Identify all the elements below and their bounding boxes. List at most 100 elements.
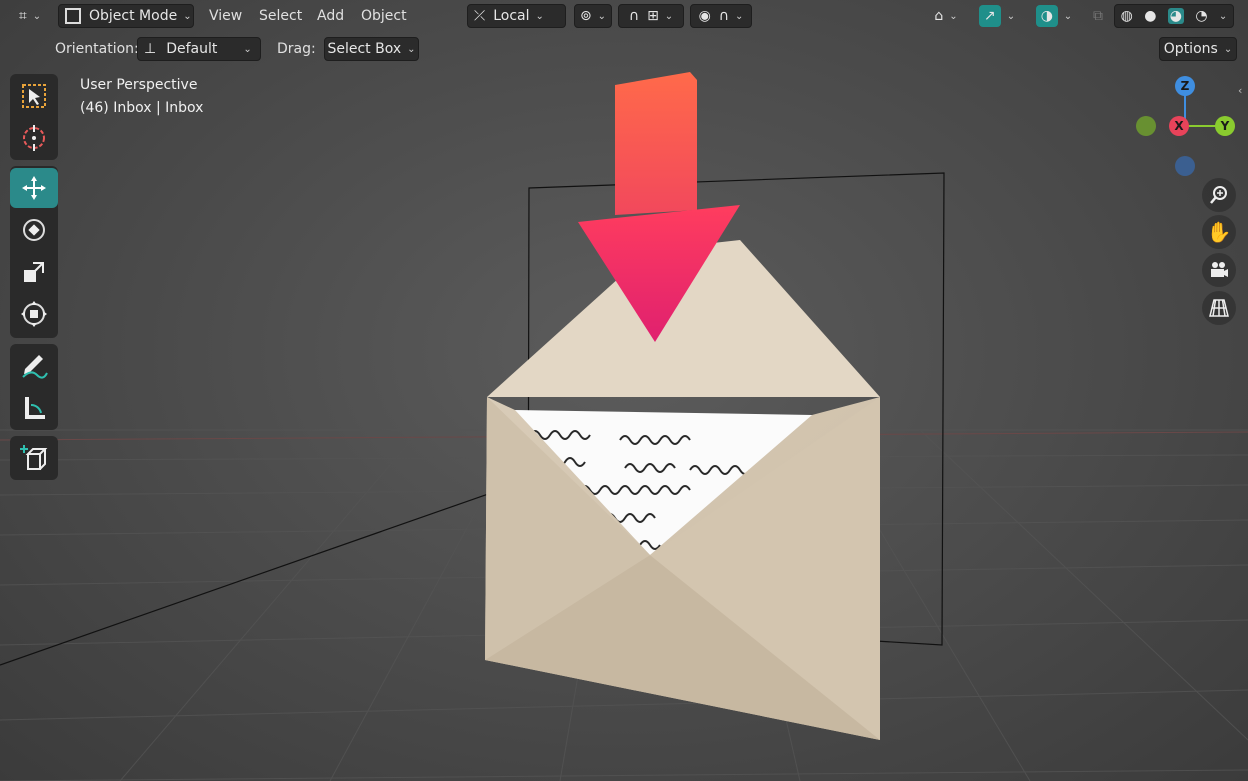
zoom-button[interactable] — [1202, 178, 1236, 212]
menu-select[interactable]: Select — [259, 4, 302, 28]
add-cube-icon — [20, 445, 48, 470]
scale-icon — [24, 262, 44, 282]
move-tool[interactable] — [10, 168, 58, 208]
cursor-icon — [23, 125, 45, 151]
measure-tool[interactable] — [10, 388, 58, 428]
cursor-tool[interactable] — [10, 118, 58, 158]
transform-orientation-label: Local — [493, 8, 530, 24]
orientation-icon: ⤫ — [474, 8, 486, 24]
chevron-down-icon: ⌄ — [535, 10, 544, 22]
pan-button[interactable]: ✋ — [1202, 215, 1236, 249]
rotate-icon — [23, 219, 45, 241]
snap-increment-icon: ⊞ — [647, 8, 659, 24]
chevron-down-icon: ⌄ — [597, 10, 607, 22]
chevron-down-icon: ⌄ — [1006, 10, 1016, 22]
chevron-down-icon: ⌄ — [1218, 10, 1228, 22]
wireframe-shading-icon[interactable]: ◍ — [1121, 8, 1133, 24]
toolbar-transform-group — [10, 166, 58, 338]
editor-type-icon: ⌗ — [18, 8, 27, 24]
drag-value: Select Box — [327, 41, 402, 57]
xray-icon: ⧉ — [1093, 8, 1103, 24]
measure-ruler-icon — [25, 397, 45, 419]
camera-view-button[interactable] — [1202, 253, 1236, 287]
sidebar-toggle-icon[interactable]: ‹ — [1238, 84, 1248, 98]
snap-magnet-icon: ∩ — [628, 8, 640, 24]
shading-mode-group[interactable]: ◍ ● ◕ ◔ ⌄ — [1114, 4, 1234, 28]
menu-object[interactable]: Object — [361, 4, 407, 28]
toolbar-select-group — [10, 74, 58, 160]
gizmo-neg-y-axis[interactable] — [1136, 116, 1156, 136]
pivot-icon: ⊚ — [579, 8, 592, 24]
annotate-tool[interactable] — [10, 346, 58, 386]
zoom-icon — [1210, 186, 1227, 204]
proportional-editing-group[interactable]: ◉ ∩ ⌄ — [690, 4, 752, 28]
viewport-header: ⌗ ⌄ Object Mode ⌄ View Select Add Object … — [0, 0, 1248, 32]
select-box-tool[interactable] — [10, 76, 58, 116]
navigation-gizmo[interactable]: Z X Y — [1130, 74, 1240, 184]
material-shading-icon[interactable]: ◕ — [1167, 8, 1185, 24]
mode-dropdown[interactable]: Object Mode ⌄ — [58, 4, 194, 28]
toolbar-annotate-group — [10, 344, 58, 430]
blender-window: ⌗ ⌄ Object Mode ⌄ View Select Add Object … — [0, 0, 1248, 781]
orientation-dropdown[interactable]: ⊥ Default ⌄ — [137, 37, 261, 61]
pivot-point-dropdown[interactable]: ⊚ ⌄ — [574, 4, 612, 28]
editor-type-button[interactable]: ⌗ ⌄ — [10, 4, 50, 28]
toolbar-add-group — [10, 436, 58, 480]
solid-shading-icon[interactable]: ● — [1144, 8, 1156, 24]
drag-dropdown[interactable]: Select Box ⌄ — [324, 37, 419, 61]
gizmo-z-axis[interactable]: Z — [1175, 76, 1195, 96]
gizmo-y-axis[interactable]: Y — [1215, 116, 1235, 136]
menu-add[interactable]: Add — [317, 4, 344, 28]
hand-icon: ✋ — [1206, 220, 1232, 244]
gizmo-neg-z-axis[interactable] — [1175, 156, 1195, 176]
viewport-scene — [0, 72, 1248, 781]
falloff-curve-icon: ∩ — [718, 8, 730, 24]
rotate-tool[interactable] — [10, 210, 58, 250]
visibility-dropdown[interactable]: ⌂ ⌄ — [926, 4, 966, 28]
orientation-label: Orientation: — [55, 41, 139, 57]
select-box-icon — [22, 84, 46, 108]
view-name: User Perspective — [80, 77, 198, 93]
camera-icon — [1211, 262, 1228, 277]
chevron-down-icon: ⌄ — [183, 10, 192, 22]
options-dropdown[interactable]: Options ⌄ — [1159, 37, 1237, 61]
3d-viewport[interactable] — [0, 0, 1248, 781]
transform-orientation-dropdown[interactable]: ⤫ Local ⌄ — [467, 4, 566, 28]
arrow-shaft — [615, 72, 697, 215]
chevron-down-icon: ⌄ — [1223, 43, 1233, 55]
chevron-down-icon: ⌄ — [32, 10, 42, 22]
chevron-down-icon: ⌄ — [735, 10, 744, 22]
transform-icon — [21, 301, 47, 327]
object-mode-icon — [65, 8, 81, 24]
overlay-toggle-group[interactable]: ◑ ⌄ — [1029, 4, 1079, 28]
move-icon — [22, 176, 46, 200]
xray-toggle[interactable]: ⧉ — [1087, 4, 1109, 28]
gizmo-icon[interactable]: ↗ — [978, 5, 1001, 27]
collection-info: (46) Inbox | Inbox — [80, 100, 204, 116]
options-label: Options — [1163, 41, 1218, 57]
grid-perspective-icon — [1209, 299, 1229, 317]
drag-label: Drag: — [277, 41, 316, 57]
scale-tool[interactable] — [10, 252, 58, 292]
chevron-down-icon: ⌄ — [1063, 10, 1073, 22]
tool-settings-bar: Orientation: ⊥ Default ⌄ Drag: Select Bo… — [0, 32, 1248, 66]
visibility-icon: ⌂ — [934, 8, 944, 24]
chevron-down-icon: ⌄ — [949, 10, 958, 22]
overlay-icon[interactable]: ◑ — [1035, 5, 1058, 27]
orientation-axes-icon: ⊥ — [144, 41, 157, 57]
snapping-group[interactable]: ∩ ⊞ ⌄ — [618, 4, 684, 28]
mode-label: Object Mode — [89, 8, 178, 24]
chevron-down-icon: ⌄ — [407, 43, 416, 55]
annotate-pencil-icon — [22, 355, 48, 379]
gizmo-toggle-group[interactable]: ↗ ⌄ — [973, 4, 1021, 28]
chevron-down-icon: ⌄ — [243, 43, 252, 55]
menu-view[interactable]: View — [209, 4, 242, 28]
perspective-toggle-button[interactable] — [1202, 291, 1236, 325]
transform-tool[interactable] — [10, 294, 58, 334]
orientation-value: Default — [166, 41, 218, 57]
add-cube-tool[interactable] — [10, 438, 58, 478]
chevron-down-icon: ⌄ — [664, 10, 674, 22]
rendered-shading-icon[interactable]: ◔ — [1195, 8, 1207, 24]
proportional-edit-icon: ◉ — [698, 8, 711, 24]
gizmo-x-axis[interactable]: X — [1169, 116, 1189, 136]
